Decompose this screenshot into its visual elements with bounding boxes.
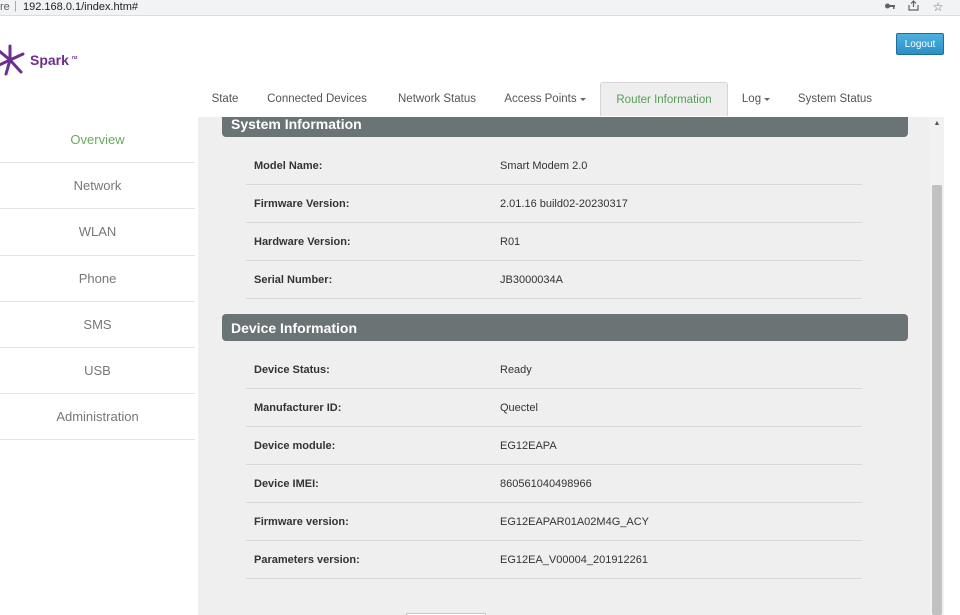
sidebar-item-administration[interactable]: Administration <box>0 394 195 441</box>
tab-log[interactable]: Log <box>736 82 776 116</box>
sidebar-item-label: USB <box>84 363 111 379</box>
row-label: Hardware Version: <box>254 236 351 248</box>
tab-label: Connected Devices <box>267 93 367 105</box>
sidebar-item-phone[interactable]: Phone <box>0 256 195 302</box>
row-label: Device Status: <box>254 364 330 376</box>
row-value: 860561040498966 <box>500 478 592 490</box>
browser-address-bar[interactable]: re | 192.168.0.1/index.htm# ☆ <box>0 0 960 16</box>
tab-label: Log <box>741 93 762 105</box>
sidebar-item-label: SMS <box>83 316 112 332</box>
info-row-parameters-version: Parameters version: EG12EA_V00004_201912… <box>246 541 862 579</box>
info-row-firmware-version: Firmware Version: 2.01.16 build02-202303… <box>246 185 862 223</box>
sidebar-item-label: Administration <box>56 409 139 425</box>
sidebar-item-sms[interactable]: SMS <box>0 302 195 348</box>
row-value: Smart Modem 2.0 <box>500 160 588 172</box>
share-icon[interactable] <box>906 0 922 14</box>
row-value: EG12EAPAR01A02M4G_ACY <box>500 516 649 528</box>
scroll-up-arrow-icon[interactable]: ▲ <box>930 120 944 130</box>
content-scrollbar[interactable]: ▲ <box>930 117 944 615</box>
tab-system-status[interactable]: System Status <box>788 82 882 116</box>
row-value: EG12EA_V00004_201912261 <box>500 554 649 566</box>
info-row-serial-number: Serial Number: JB3000034A <box>246 261 862 299</box>
url-separator: | <box>14 0 17 12</box>
tab-label: State <box>211 93 239 105</box>
key-icon[interactable] <box>882 0 898 14</box>
info-row-device-imei: Device IMEI: 860561040498966 <box>246 465 862 503</box>
tab-router-information[interactable]: Router Information <box>600 82 728 116</box>
caret-down-icon <box>764 97 771 101</box>
row-label: Device module: <box>254 440 336 452</box>
row-value: JB3000034A <box>500 274 563 286</box>
sidebar-item-usb[interactable]: USB <box>0 348 195 395</box>
tab-state[interactable]: State <box>204 82 246 116</box>
row-label: Parameters version: <box>254 554 360 566</box>
row-value: Quectel <box>500 402 538 414</box>
sidebar-item-overview[interactable]: Overview <box>0 117 195 164</box>
row-value: 2.01.16 build02-20230317 <box>500 198 628 210</box>
url-scheme: re <box>0 1 10 13</box>
tab-access-points[interactable]: Access Points <box>498 82 592 116</box>
sidebar-item-label: WLAN <box>78 224 117 240</box>
tab-label: System Status <box>797 93 873 105</box>
tab-label: Network Status <box>398 93 476 105</box>
tab-label: Router Information <box>616 93 712 106</box>
row-label: Model Name: <box>254 160 323 172</box>
sidebar-item-label: Network <box>73 178 122 194</box>
tab-label: Access Points <box>504 93 577 105</box>
star-icon[interactable]: ☆ <box>930 0 946 14</box>
system-information-header: System Information <box>222 117 908 137</box>
brand-name: Spark <box>30 52 69 68</box>
row-label: Manufacturer ID: <box>254 402 342 414</box>
caret-down-icon <box>579 97 586 101</box>
scrollbar-thumb[interactable] <box>932 185 942 615</box>
spark-logo-icon <box>0 44 25 76</box>
info-row-manufacturer-id: Manufacturer ID: Quectel <box>246 389 862 427</box>
main-nav-tabs: State Connected Devices Network Status A… <box>0 82 960 116</box>
url-text[interactable]: 192.168.0.1/index.htm# <box>23 1 138 13</box>
content-panel: System Information Model Name: Smart Mod… <box>198 117 944 615</box>
row-value: R01 <box>500 236 521 248</box>
row-value: EG12EAPA <box>500 440 557 452</box>
sidebar-item-wlan[interactable]: WLAN <box>0 209 195 256</box>
section-title: Device Information <box>231 319 358 336</box>
sidebar-item-network[interactable]: Network <box>0 163 195 210</box>
row-label: Firmware Version: <box>254 198 350 210</box>
tab-connected-devices[interactable]: Connected Devices <box>258 82 376 116</box>
info-row-firmware-version-module: Firmware version: EG12EAPAR01A02M4G_ACY <box>246 503 862 541</box>
device-information-header: Device Information <box>222 314 908 341</box>
sidebar-item-label: Phone <box>78 270 117 286</box>
sidebar-item-label: Overview <box>70 132 125 148</box>
section-title: System Information <box>231 117 362 132</box>
row-label: Firmware version: <box>254 516 349 528</box>
logout-button[interactable]: Logout <box>896 33 944 55</box>
row-label: Device IMEI: <box>254 478 319 490</box>
tab-network-status[interactable]: Network Status <box>388 82 486 116</box>
info-row-device-module: Device module: EG12EAPA <box>246 427 862 465</box>
sidebar: Overview Network WLAN Phone SMS USB Admi… <box>0 117 195 441</box>
info-row-model-name: Model Name: Smart Modem 2.0 <box>246 147 862 185</box>
info-row-device-status: Device Status: Ready <box>246 351 862 389</box>
brand-suffix: nz <box>72 55 78 61</box>
row-label: Serial Number: <box>254 274 333 286</box>
info-row-hardware-version: Hardware Version: R01 <box>246 223 862 261</box>
row-value: Ready <box>500 364 532 376</box>
